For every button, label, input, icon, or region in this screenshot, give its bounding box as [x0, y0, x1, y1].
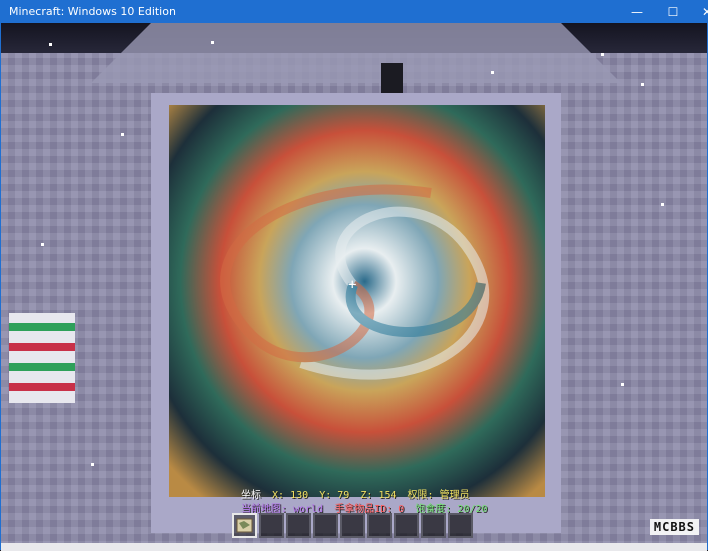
- hotbar-slot-selected[interactable]: [232, 513, 257, 538]
- hotbar-slot[interactable]: [421, 513, 446, 538]
- maximize-button[interactable]: ☐: [655, 1, 691, 23]
- hotbar-slot[interactable]: [448, 513, 473, 538]
- title-bar[interactable]: Minecraft: Windows 10 Edition — ☐ ✕: [1, 1, 708, 23]
- hotbar-slot[interactable]: [259, 513, 284, 538]
- crosshair-icon: +: [348, 277, 357, 293]
- map-item-icon: [236, 518, 253, 533]
- dark-doorway: [381, 63, 403, 93]
- game-viewport[interactable]: + 坐标 X: 130 Y: 79 Z: 154 权限: 管理员 当前地图: w…: [1, 23, 707, 543]
- mountain-terrace: [91, 23, 621, 83]
- hotbar-slot[interactable]: [367, 513, 392, 538]
- hotbar-slot[interactable]: [313, 513, 338, 538]
- minimize-button[interactable]: —: [619, 1, 655, 23]
- app-window: Minecraft: Windows 10 Edition — ☐ ✕ + 坐标…: [0, 0, 708, 551]
- candy-block-left: [9, 313, 75, 403]
- hotbar: [232, 513, 475, 538]
- hotbar-slot[interactable]: [394, 513, 419, 538]
- hotbar-slot[interactable]: [340, 513, 365, 538]
- mcbbs-watermark: MCBBS: [649, 519, 699, 535]
- window-title: Minecraft: Windows 10 Edition: [9, 5, 176, 18]
- hotbar-slot[interactable]: [286, 513, 311, 538]
- close-button[interactable]: ✕: [689, 1, 708, 23]
